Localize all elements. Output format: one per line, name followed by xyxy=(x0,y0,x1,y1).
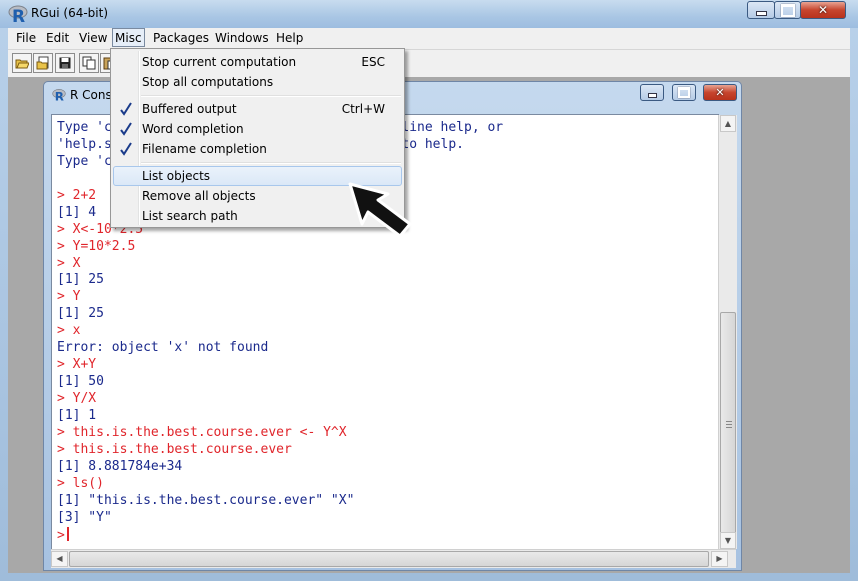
console-line: > X xyxy=(57,255,81,271)
save-icon xyxy=(59,57,71,69)
minimize-icon xyxy=(647,93,657,98)
load-workspace-button[interactable] xyxy=(33,53,53,73)
text-cursor xyxy=(66,526,69,541)
menu-help[interactable]: Help xyxy=(274,30,305,47)
minimize-icon xyxy=(755,10,767,16)
console-line: [3] "Y" xyxy=(57,509,112,525)
console-line: [1] 25 xyxy=(57,272,104,288)
open-script-button[interactable] xyxy=(12,53,32,73)
console-line: [1] 1 xyxy=(57,407,97,423)
menu-misc[interactable]: Misc xyxy=(112,28,145,47)
copy-icon xyxy=(82,56,96,70)
checkmark-icon xyxy=(116,140,136,158)
menu-item-buffered-output[interactable]: Buffered output Ctrl+W xyxy=(113,99,402,119)
console-line: [1] 50 xyxy=(57,374,104,390)
scroll-up-arrow[interactable]: ▲ xyxy=(720,115,736,132)
scroll-down-arrow[interactable]: ▼ xyxy=(720,532,736,549)
menu-edit[interactable]: Edit xyxy=(44,30,71,47)
console-line: [1] 25 xyxy=(57,306,104,322)
scroll-right-arrow[interactable]: ▶ xyxy=(711,551,728,567)
svg-text:R: R xyxy=(55,90,64,102)
app-titlebar: R RGui (64-bit) ✕ xyxy=(0,0,858,28)
menu-item-stop-all-computations[interactable]: Stop all computations xyxy=(113,72,402,92)
vertical-scroll-thumb[interactable] xyxy=(720,312,736,542)
menu-item-filename-completion[interactable]: Filename completion xyxy=(113,139,402,159)
console-line: > Y/X xyxy=(57,391,97,406)
close-button[interactable]: ✕ xyxy=(800,1,846,19)
menu-separator xyxy=(141,95,401,97)
menu-view[interactable]: View xyxy=(77,30,109,47)
svg-text:R: R xyxy=(12,7,25,24)
console-line: > Y=10*2.5 xyxy=(57,238,136,254)
console-minimize-button[interactable] xyxy=(640,84,664,101)
save-button[interactable] xyxy=(55,53,75,73)
menubar: File Edit View Misc Packages Windows Hel… xyxy=(8,28,850,50)
console-line: > this.is.the.best.course.ever <- Y^X xyxy=(57,424,347,440)
copy-button[interactable] xyxy=(79,53,99,73)
menu-file[interactable]: File xyxy=(14,30,38,47)
console-line: > ls() xyxy=(57,475,104,491)
r-logo-icon: R xyxy=(8,5,28,24)
scroll-left-arrow[interactable]: ◀ xyxy=(51,551,68,567)
close-icon: ✕ xyxy=(817,3,829,17)
console-line: Error: object 'x' not found xyxy=(57,340,269,356)
open-script-icon xyxy=(15,59,29,69)
console-line: [1] "this.is.the.best.course.ever" "X" xyxy=(57,492,355,508)
vertical-scrollbar[interactable]: ▲ ▼ xyxy=(718,115,737,549)
horizontal-scrollbar[interactable]: ◀ ▶ xyxy=(51,549,736,568)
minimize-button[interactable] xyxy=(747,1,775,19)
menu-item-word-completion[interactable]: Word completion xyxy=(113,119,402,139)
console-line: > Y xyxy=(57,289,81,305)
horizontal-scroll-thumb[interactable] xyxy=(69,551,709,567)
console-line: > x xyxy=(57,323,81,339)
console-line: > this.is.the.best.course.ever xyxy=(57,441,292,457)
close-icon: ✕ xyxy=(715,86,725,99)
load-workspace-icon xyxy=(36,56,49,70)
menu-item-stop-current-computation[interactable]: Stop current computation ESC xyxy=(113,52,402,72)
menu-packages[interactable]: Packages xyxy=(151,30,211,47)
r-logo-icon: R xyxy=(52,89,66,102)
app-title: RGui (64-bit) xyxy=(31,6,109,20)
menu-windows[interactable]: Windows xyxy=(213,30,271,47)
maximize-icon xyxy=(780,3,795,17)
maximize-icon xyxy=(678,87,690,98)
checkmark-icon xyxy=(116,120,136,138)
menu-separator xyxy=(141,162,401,164)
console-close-button[interactable]: ✕ xyxy=(703,84,737,101)
arrow-pointer-icon xyxy=(348,182,412,238)
console-maximize-button[interactable] xyxy=(672,84,696,101)
console-line: > X+Y xyxy=(57,357,97,373)
console-prompt[interactable]: > xyxy=(57,526,503,544)
checkmark-icon xyxy=(116,100,136,118)
console-line: [1] 8.881784e+34 xyxy=(57,458,183,474)
maximize-button[interactable] xyxy=(774,1,801,19)
